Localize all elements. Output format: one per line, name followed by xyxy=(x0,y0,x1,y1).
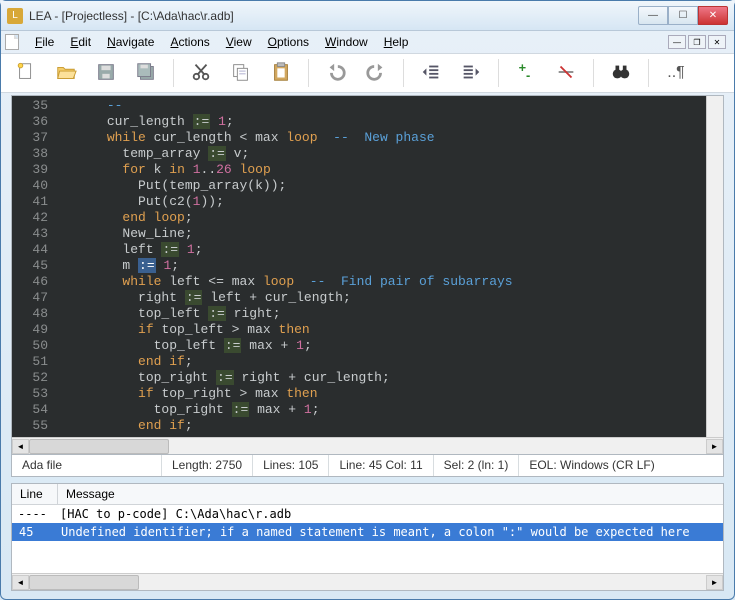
menu-help[interactable]: Help xyxy=(376,33,417,51)
find-button[interactable] xyxy=(604,57,638,89)
save-icon xyxy=(95,61,117,86)
save-all-button[interactable] xyxy=(129,57,163,89)
editor: 3536373839404142434445464748495051525354… xyxy=(11,95,724,455)
message-row[interactable]: 45Undefined identifier; if a named state… xyxy=(12,523,723,541)
menu-window[interactable]: Window xyxy=(317,33,376,51)
bookmark-clear-button[interactable] xyxy=(549,57,583,89)
maximize-button[interactable]: ☐ xyxy=(668,6,698,25)
save-button[interactable] xyxy=(89,57,123,89)
pilcrow-icon: ..¶ xyxy=(667,64,684,82)
copy-icon xyxy=(230,61,252,86)
menu-actions[interactable]: Actions xyxy=(162,33,217,51)
close-button[interactable]: ✕ xyxy=(698,6,728,25)
menu-edit[interactable]: Edit xyxy=(62,33,99,51)
status-selection: Sel: 2 (ln: 1) xyxy=(434,455,520,476)
outdent-button[interactable] xyxy=(414,57,448,89)
redo-button[interactable] xyxy=(359,57,393,89)
bookmark-toggle-button[interactable]: +- xyxy=(509,57,543,89)
mdi-minimize-button[interactable]: — xyxy=(668,35,686,49)
clipboard-icon xyxy=(270,61,292,86)
clear-bookmark-icon xyxy=(555,61,577,86)
minimize-button[interactable]: — xyxy=(638,6,668,25)
window-title: LEA - [Projectless] - [C:\Ada\hac\r.adb] xyxy=(29,9,234,23)
paste-button[interactable] xyxy=(264,57,298,89)
status-lines: Lines: 105 xyxy=(253,455,329,476)
svg-text:-: - xyxy=(526,67,530,82)
svg-text:+: + xyxy=(519,61,527,75)
status-length: Length: 2750 xyxy=(162,455,253,476)
mdi-restore-button[interactable]: ❐ xyxy=(688,35,706,49)
status-filetype: Ada file xyxy=(12,455,162,476)
outdent-icon xyxy=(420,61,442,86)
folder-open-icon xyxy=(55,61,77,86)
messages-header-message[interactable]: Message xyxy=(58,484,723,504)
indent-button[interactable] xyxy=(454,57,488,89)
message-row[interactable]: ----[HAC to p-code] C:\Ada\hac\r.adb xyxy=(12,505,723,523)
editor-horizontal-scrollbar[interactable]: ◄ ► xyxy=(12,437,723,454)
menu-bar: File Edit Navigate Actions View Options … xyxy=(1,31,734,53)
messages-body[interactable]: ----[HAC to p-code] C:\Ada\hac\r.adb45Un… xyxy=(12,505,723,573)
menu-navigate[interactable]: Navigate xyxy=(99,33,162,51)
cut-button[interactable] xyxy=(184,57,218,89)
new-file-button[interactable] xyxy=(9,57,43,89)
status-position: Line: 45 Col: 11 xyxy=(329,455,433,476)
status-eol: EOL: Windows (CR LF) xyxy=(519,455,723,476)
toolbar: +- ..¶ xyxy=(1,53,734,93)
mdi-close-button[interactable]: ✕ xyxy=(708,35,726,49)
messages-header-line[interactable]: Line xyxy=(12,484,58,504)
messages-panel: Line Message ----[HAC to p-code] C:\Ada\… xyxy=(11,483,724,591)
menu-file[interactable]: File xyxy=(27,33,62,51)
undo-icon xyxy=(325,61,347,86)
menu-options[interactable]: Options xyxy=(260,33,317,51)
app-icon: L xyxy=(7,8,23,24)
status-bar: Ada file Length: 2750 Lines: 105 Line: 4… xyxy=(11,455,724,477)
plus-minus-icon: +- xyxy=(515,61,537,86)
copy-button[interactable] xyxy=(224,57,258,89)
show-whitespace-button[interactable]: ..¶ xyxy=(659,57,693,89)
document-icon xyxy=(5,34,19,50)
menu-view[interactable]: View xyxy=(218,33,260,51)
undo-button[interactable] xyxy=(319,57,353,89)
new-file-icon xyxy=(15,61,37,86)
title-bar: L LEA - [Projectless] - [C:\Ada\hac\r.ad… xyxy=(1,1,734,31)
vertical-scrollbar[interactable] xyxy=(706,96,723,437)
scissors-icon xyxy=(190,61,212,86)
save-all-icon xyxy=(135,61,157,86)
code-area[interactable]: -- cur_length := 1; while cur_length < m… xyxy=(56,96,706,437)
messages-header: Line Message xyxy=(12,484,723,505)
redo-icon xyxy=(365,61,387,86)
line-gutter: 3536373839404142434445464748495051525354… xyxy=(12,96,56,437)
open-button[interactable] xyxy=(49,57,83,89)
messages-horizontal-scrollbar[interactable]: ◄ ► xyxy=(12,573,723,590)
indent-icon xyxy=(460,61,482,86)
binoculars-icon xyxy=(610,61,632,86)
